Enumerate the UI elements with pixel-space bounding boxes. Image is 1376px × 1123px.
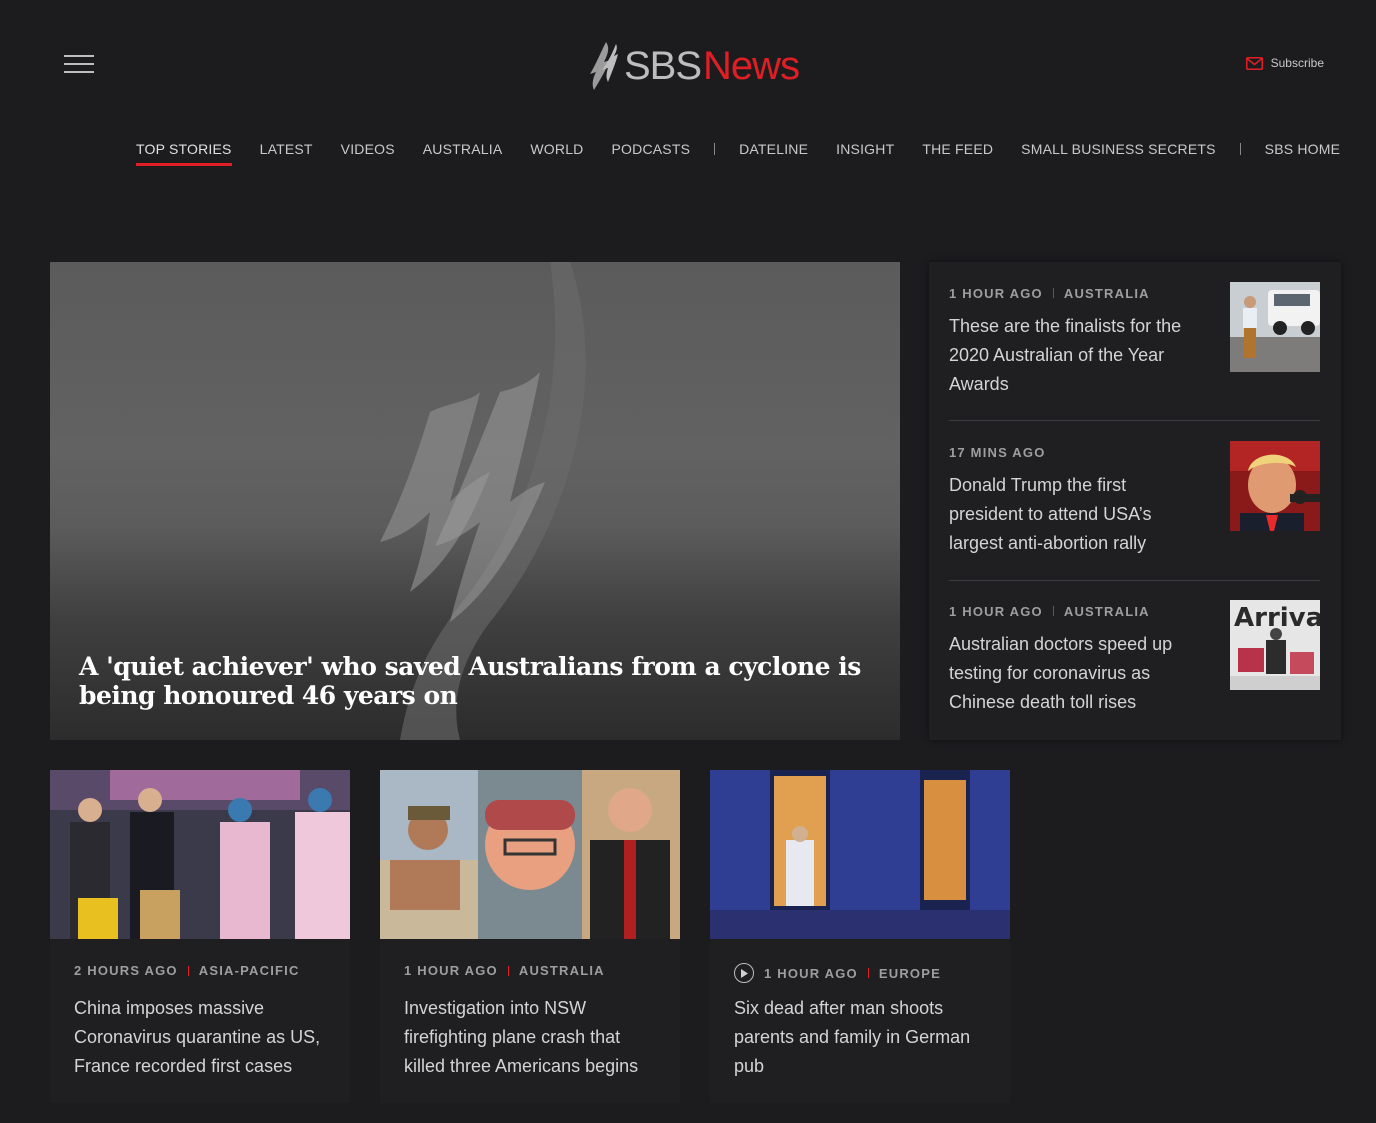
story-thumbnail: Arrival (1230, 600, 1320, 690)
story-card[interactable]: 1 HOUR AGO AUSTRALIA Investigation into N… (380, 770, 680, 1103)
story-time: 2 HOURS AGO (74, 963, 178, 978)
main-nav: TOP STORIES LATEST VIDEOS AUSTRALIA WORL… (136, 140, 1368, 166)
story-meta: 1 HOUR AGO EUROPE (734, 963, 941, 983)
story-time: 1 HOUR AGO (949, 604, 1043, 619)
meta-divider (1052, 288, 1054, 298)
story-thumbnail (1230, 441, 1320, 531)
play-video-icon[interactable] (734, 963, 754, 983)
story-time: 1 HOUR AGO (949, 286, 1043, 301)
logo-news-text: News (703, 43, 800, 88)
story-meta: 17 MINS AGO (949, 445, 1046, 460)
nav-sbs-home[interactable]: SBS HOME (1265, 140, 1341, 166)
story-category[interactable]: ASIA-PACIFIC (199, 963, 300, 978)
subscribe-link[interactable]: Subscribe (1245, 56, 1324, 70)
page: SBS News Subscribe TOP STORIES LATEST VI… (0, 0, 1376, 1123)
story-headline[interactable]: Six dead after man shoots parents and fa… (734, 994, 994, 1081)
meta-divider (507, 965, 509, 976)
story-category[interactable]: EUROPE (879, 966, 941, 981)
meta-divider (867, 968, 869, 978)
story-card[interactable]: 2 HOURS AGO ASIA-PACIFIC China imposes ma… (50, 770, 350, 1103)
story-card[interactable]: 1 HOUR AGO EUROPE Six dead after man shoo… (710, 770, 1010, 1103)
story-meta: 2 HOURS AGO ASIA-PACIFIC (74, 963, 300, 978)
nav-divider (1239, 143, 1241, 155)
sbs-news-logo[interactable]: SBS News (586, 38, 800, 94)
meta-divider (1052, 606, 1054, 616)
story-headline[interactable]: China imposes massive Coronavirus quaran… (74, 994, 334, 1081)
meta-divider (187, 965, 189, 976)
story-headline[interactable]: These are the finalists for the 2020 Aus… (949, 312, 1199, 399)
nav-small-business-secrets[interactable]: SMALL BUSINESS SECRETS (1021, 140, 1216, 166)
nav-australia[interactable]: AUSTRALIA (423, 140, 503, 166)
story-headline[interactable]: Donald Trump the first president to atte… (949, 471, 1199, 558)
subscribe-label: Subscribe (1270, 56, 1324, 70)
side-story[interactable]: 1 HOUR AGO AUSTRALIA Australian doctors s… (949, 580, 1320, 720)
story-meta: 1 HOUR AGO AUSTRALIA (949, 286, 1150, 301)
mail-icon (1245, 56, 1263, 70)
nav-divider (714, 143, 716, 155)
hero-story[interactable]: A 'quiet achiever' who saved Australians… (50, 262, 900, 740)
story-meta: 1 HOUR AGO AUSTRALIA (949, 604, 1150, 619)
nav-top-stories[interactable]: TOP STORIES (136, 140, 232, 166)
story-thumbnail (710, 770, 1010, 939)
story-category[interactable]: AUSTRALIA (519, 963, 605, 978)
hero-headline[interactable]: A 'quiet achiever' who saved Australians… (79, 652, 879, 710)
nav-latest[interactable]: LATEST (260, 140, 313, 166)
nav-videos[interactable]: VIDEOS (341, 140, 395, 166)
nav-the-feed[interactable]: THE FEED (922, 140, 993, 166)
side-story[interactable]: 17 MINS AGO Donald Trump the first presi… (949, 421, 1320, 561)
sbs-mercator-icon (590, 42, 618, 90)
story-thumbnail (380, 770, 680, 939)
side-stories-panel: 1 HOUR AGO AUSTRALIA These are the finali… (929, 262, 1341, 740)
story-category[interactable]: AUSTRALIA (1064, 604, 1150, 619)
nav-insight[interactable]: INSIGHT (836, 140, 894, 166)
story-time: 1 HOUR AGO (764, 965, 858, 981)
story-category[interactable]: AUSTRALIA (1064, 286, 1150, 301)
nav-dateline[interactable]: DATELINE (739, 140, 808, 166)
story-time: 1 HOUR AGO (404, 963, 498, 978)
story-headline[interactable]: Australian doctors speed up testing for … (949, 630, 1199, 717)
story-time: 17 MINS AGO (949, 445, 1046, 460)
logo-sbs-text: SBS (624, 43, 702, 88)
story-thumbnail (50, 770, 350, 939)
story-headline[interactable]: Investigation into NSW firefighting plan… (404, 994, 664, 1081)
side-story[interactable]: 1 HOUR AGO AUSTRALIA These are the finali… (949, 262, 1320, 402)
story-meta: 1 HOUR AGO AUSTRALIA (404, 963, 605, 978)
story-thumbnail (1230, 282, 1320, 372)
nav-podcasts[interactable]: PODCASTS (612, 140, 691, 166)
nav-world[interactable]: WORLD (530, 140, 583, 166)
menu-icon[interactable] (64, 55, 94, 77)
